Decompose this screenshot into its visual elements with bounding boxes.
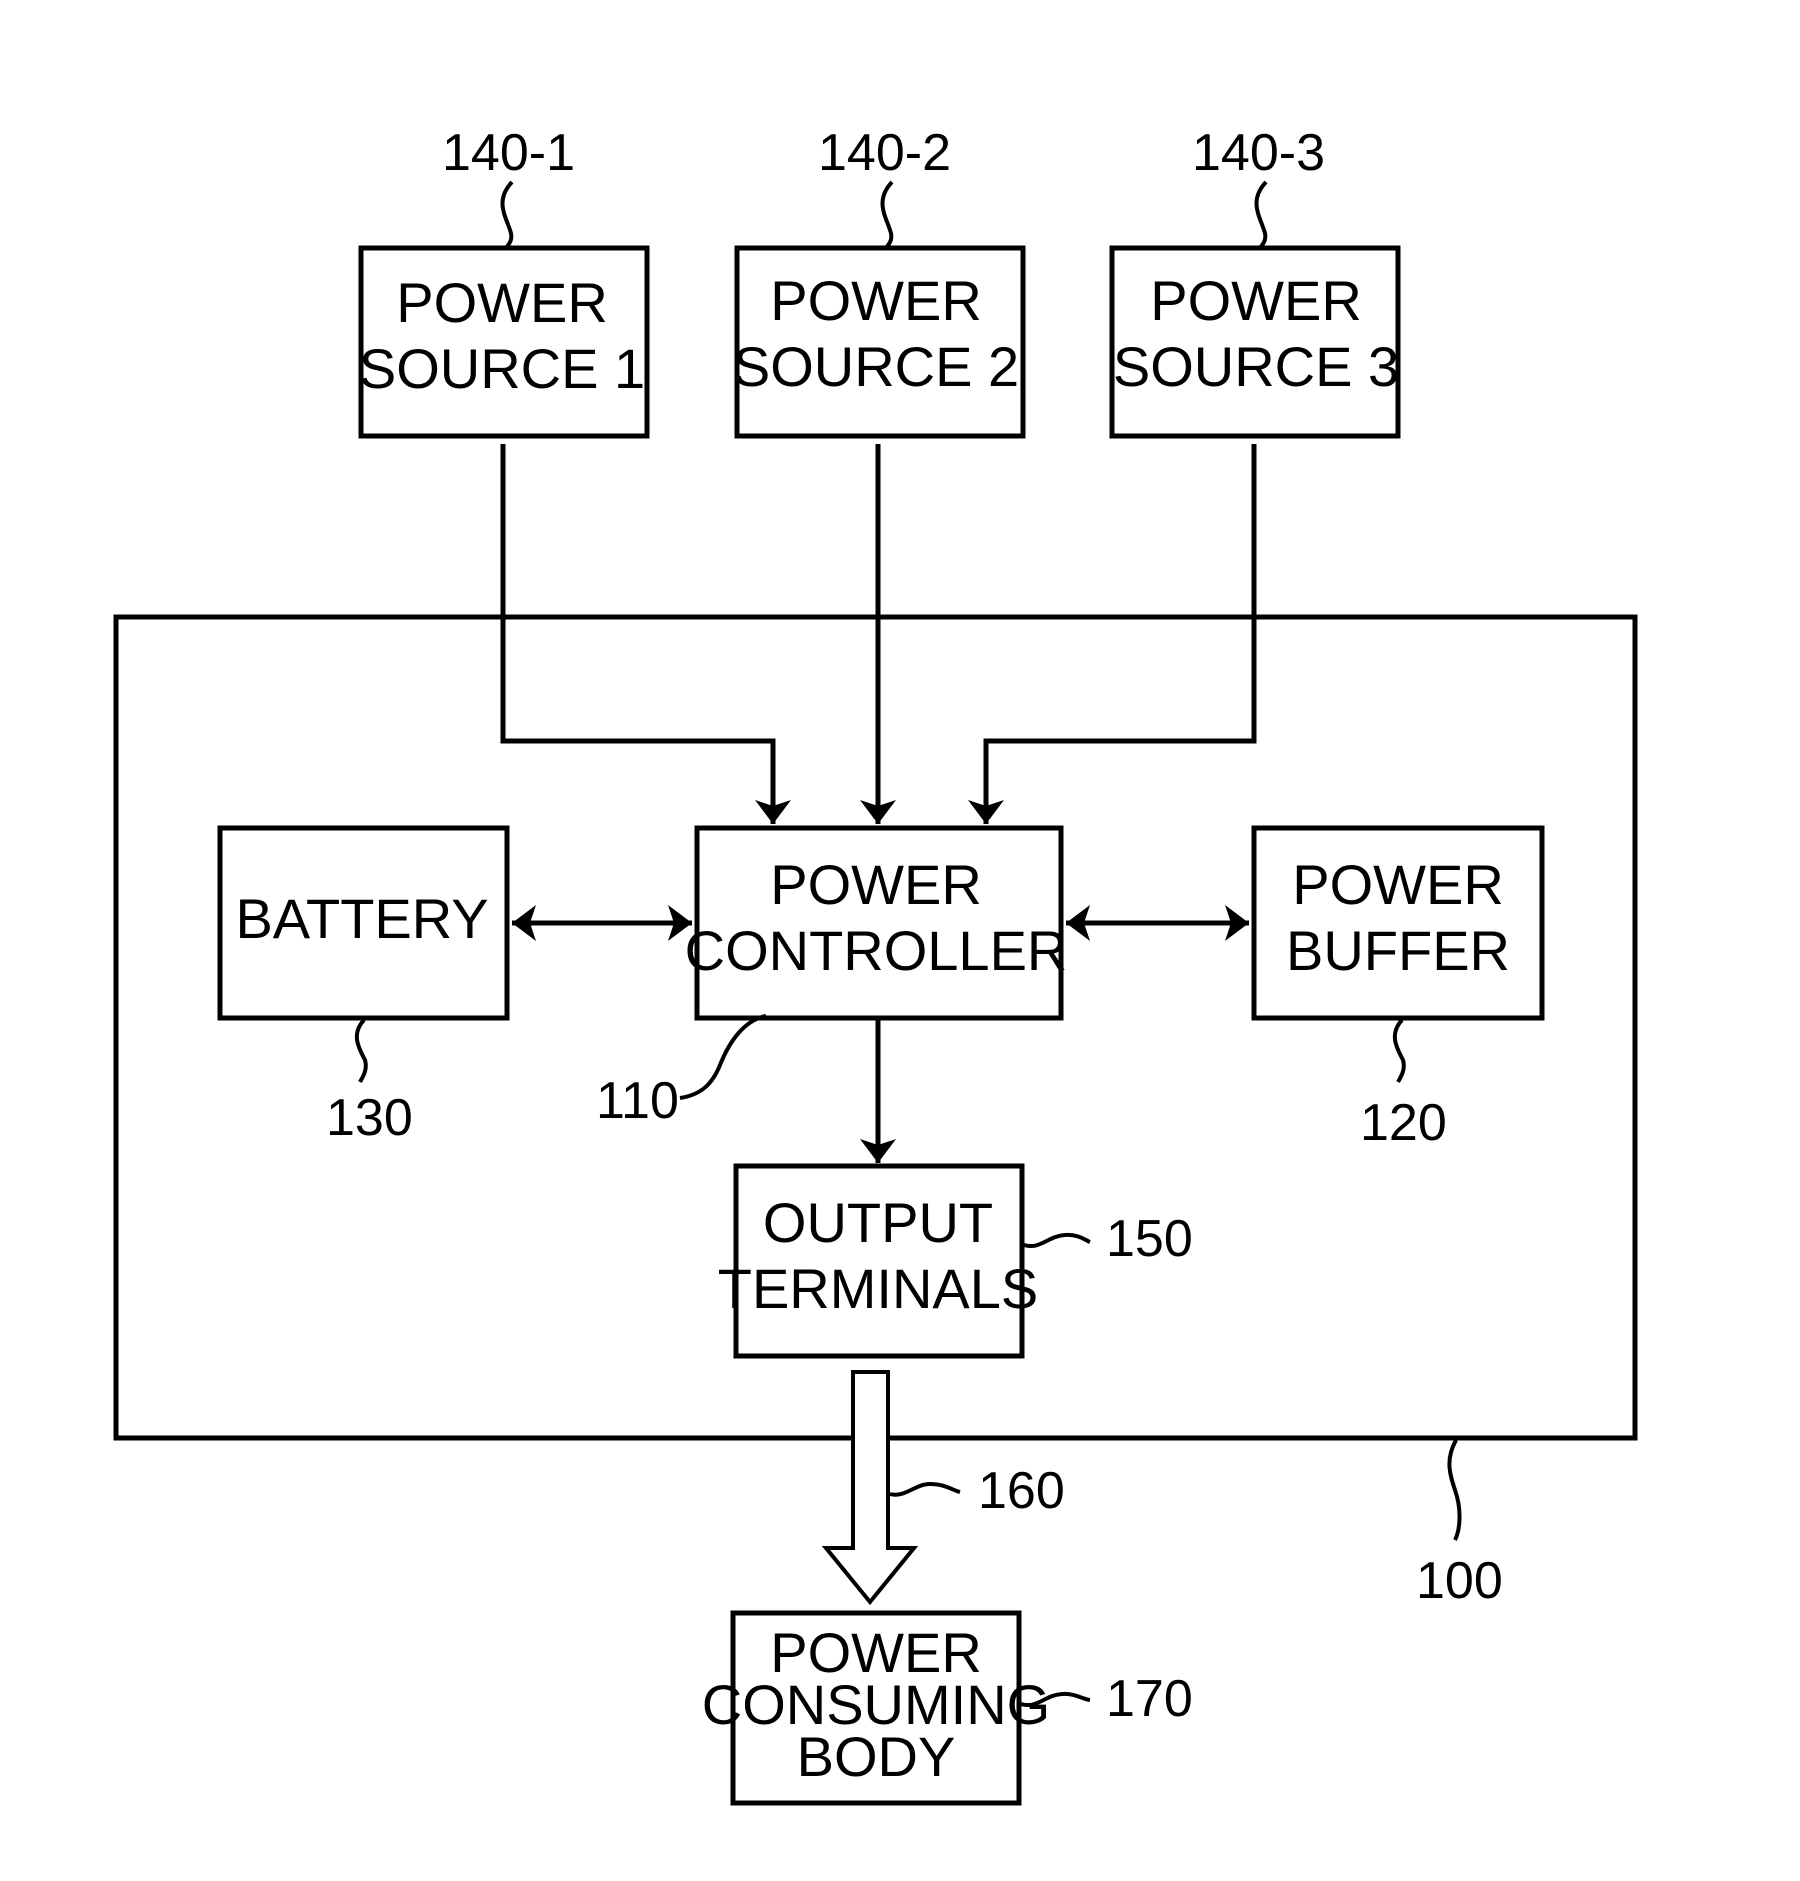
ref-120: 120 [1360,1094,1447,1152]
power-source-2-line2: SOURCE 2 [733,335,1019,398]
leader-100 [1447,1439,1462,1541]
ref-140-3: 140-3 [1192,124,1325,182]
buffer-line2: BUFFER [1286,919,1510,982]
battery-label: BATTERY [235,887,488,950]
power-consuming-body-block: POWER CONSUMING BODY [702,1610,1050,1806]
buffer-line1: POWER [1292,853,1504,916]
controller-line2: CONTROLLER [685,919,1068,982]
ref-150: 150 [1106,1210,1193,1268]
power-source-2-line1: POWER [770,269,982,332]
power-source-3-line2: SOURCE 3 [1113,335,1399,398]
output-line2: TERMINALS [718,1257,1039,1320]
ref-170: 170 [1106,1670,1193,1728]
ref-140-2: 140-2 [818,124,951,182]
power-controller-block: POWER CONTROLLER [685,825,1068,1021]
output-line1: OUTPUT [763,1191,993,1254]
consumer-line3: BODY [797,1725,956,1788]
ref-160: 160 [978,1462,1065,1520]
output-terminals-block: OUTPUT TERMINALS [718,1163,1039,1359]
power-source-3-line1: POWER [1150,269,1362,332]
ref-110: 110 [596,1072,679,1130]
leader-160 [889,1481,961,1497]
leader-140-3 [1254,180,1268,250]
power-source-1: POWER SOURCE 1 [358,245,650,439]
power-source-3: POWER SOURCE 3 [1109,245,1401,439]
ref-140-1: 140-1 [442,124,575,182]
ref-100: 100 [1416,1552,1503,1610]
ref-130: 130 [326,1089,413,1147]
controller-line1: POWER [770,853,982,916]
power-source-1-line1: POWER [396,271,608,334]
battery-block: BATTERY [217,825,510,1021]
leader-140-2 [880,180,894,250]
power-source-2: POWER SOURCE 2 [733,245,1026,439]
block-diagram: POWER SOURCE 1 POWER SOURCE 2 POWER SOUR… [113,124,1638,1806]
leader-140-1 [500,180,514,250]
power-buffer-block: POWER BUFFER [1251,825,1545,1021]
power-source-1-line2: SOURCE 1 [359,337,645,400]
